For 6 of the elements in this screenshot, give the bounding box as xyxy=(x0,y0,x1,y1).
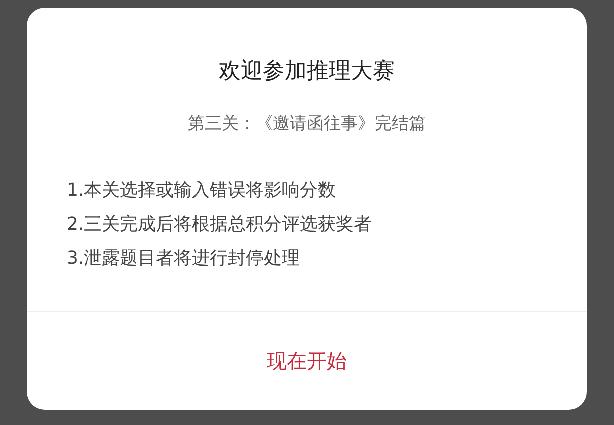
rule-text: 2.三关完成后将根据总积分评选获奖者 xyxy=(67,213,374,237)
dialog-subtitle: 第三关：《邀请函往事》完结篇 xyxy=(187,113,427,135)
rule-text: 3.泄露题目者将进行封停处理 xyxy=(67,247,302,271)
start-button[interactable]: 现在开始 xyxy=(255,342,359,380)
dialog-title: 欢迎参加推理大赛 xyxy=(218,58,396,86)
rule-text: 1.本关选择或输入错误将影响分数 xyxy=(67,179,338,203)
